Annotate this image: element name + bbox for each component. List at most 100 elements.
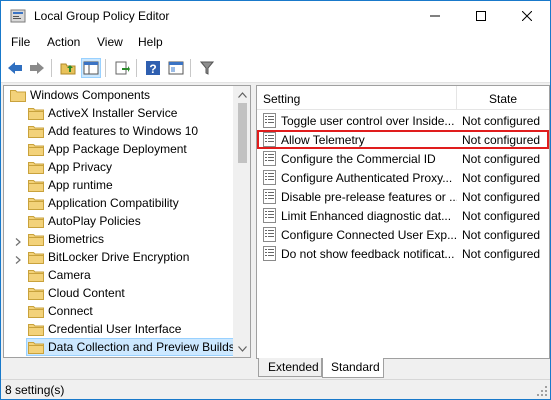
folder-icon [28,322,44,336]
toolbar-separator [136,59,137,77]
scroll-down-button[interactable] [234,340,250,357]
policy-setting-icon [263,113,276,128]
folder-icon [28,178,44,192]
tree-item[interactable]: Camera [4,266,236,284]
tree-item-label: Windows Components [30,88,151,102]
export-list-button[interactable] [112,58,132,78]
svg-text:?: ? [149,62,156,76]
folder-icon [10,88,26,102]
tab-standard-label: Standard [331,360,380,374]
tree-item[interactable]: App Privacy [4,158,236,176]
chevron-down-icon [238,345,247,352]
chevron-right-icon[interactable] [14,235,22,246]
settings-list-pane[interactable]: Setting State Toggle user control over I… [256,85,550,359]
setting-state: Not configured [462,133,541,147]
chevron-right-icon[interactable] [14,253,22,264]
setting-name: Toggle user control over Inside... [281,114,455,128]
setting-row[interactable]: Configure Connected User Exp... Not confi… [257,225,549,244]
setting-row[interactable]: Configure the Commercial ID Not configure… [257,149,549,168]
tree-item[interactable]: Application Compatibility [4,194,236,212]
back-icon [8,62,22,74]
tree-item[interactable]: Biometrics [4,230,236,248]
resize-grip-icon[interactable] [536,385,548,397]
menu-action[interactable]: Action [47,35,80,49]
menu-help[interactable]: Help [138,35,163,49]
column-header-setting[interactable]: Setting [263,92,300,106]
folder-icon [28,160,44,174]
menu-view[interactable]: View [97,35,123,49]
help-button[interactable]: ? [143,58,163,78]
setting-state: Not configured [462,247,541,261]
setting-state: Not configured [462,114,541,128]
tree-item[interactable]: App runtime [4,176,236,194]
policy-setting-icon [263,151,276,166]
tree-item[interactable]: App Package Deployment [4,140,236,158]
folder-icon [28,304,44,318]
tab-extended[interactable]: Extended [258,358,322,377]
setting-row[interactable]: Configure Authenticated Proxy... Not conf… [257,168,549,187]
up-folder-button[interactable] [58,58,78,78]
setting-row[interactable]: Toggle user control over Inside... Not co… [257,111,549,130]
tree-item-label: ActiveX Installer Service [48,106,178,120]
tree-item-label: App Privacy [48,160,113,174]
setting-row[interactable]: Allow Telemetry Not configured [257,130,549,149]
setting-state: Not configured [462,228,541,242]
setting-row[interactable]: Do not show feedback notificat... Not con… [257,244,549,263]
policy-setting-icon [263,208,276,223]
help-icon: ? [146,61,160,76]
show-hide-tree-icon [83,61,99,75]
setting-state: Not configured [462,190,541,204]
tree-item[interactable]: BitLocker Drive Encryption [4,248,236,266]
tree-item[interactable]: Add features to Windows 10 [4,122,236,140]
tree-item[interactable]: Cloud Content [4,284,236,302]
tree-item[interactable]: Data Collection and Preview Builds [4,338,238,356]
tree-item-label: Credential User Interface [48,322,182,336]
minimize-icon [430,15,440,17]
setting-row[interactable]: Disable pre-release features or ... Not c… [257,187,549,206]
folder-icon [28,142,44,156]
forward-button[interactable] [27,58,47,78]
tree-item-label: App Package Deployment [48,142,187,156]
tree-item-label: Connect [48,304,93,318]
setting-name: Configure the Commercial ID [281,152,436,166]
tree-item[interactable]: Connect [4,302,236,320]
folder-icon [28,232,44,246]
app-window: Local Group Policy Editor File Action Vi… [0,0,551,400]
tree-item[interactable]: AutoPlay Policies [4,212,236,230]
folder-icon [28,106,44,120]
close-icon [522,11,532,21]
tree-item-label: Camera [48,268,91,282]
tab-standard[interactable]: Standard [322,358,384,378]
tree-item[interactable]: Windows Components [4,86,236,104]
folder-icon [28,124,44,138]
status-text: 8 setting(s) [5,383,65,397]
tree-item[interactable]: Credential User Interface [4,320,236,338]
tree-item-label: Application Compatibility [48,196,179,210]
column-divider[interactable] [456,86,457,110]
setting-name: Disable pre-release features or ... [281,190,457,204]
back-button[interactable] [5,58,25,78]
extended-view-button[interactable] [166,58,186,78]
column-header-state[interactable]: State [489,92,517,106]
minimize-button[interactable] [412,1,458,31]
close-button[interactable] [504,1,550,31]
title-bar[interactable]: Local Group Policy Editor [1,1,550,31]
menu-file[interactable]: File [11,35,30,49]
tree-item[interactable]: ActiveX Installer Service [4,104,236,122]
toolbar: ? [1,53,550,83]
tree-vertical-scrollbar[interactable] [233,86,250,357]
setting-row[interactable]: Limit Enhanced diagnostic dat... Not conf… [257,206,549,225]
folder-icon [28,196,44,210]
list-header: Setting State [257,86,549,110]
maximize-button[interactable] [458,1,504,31]
folder-icon [28,250,44,264]
export-list-icon [115,61,130,75]
scroll-thumb[interactable] [238,103,247,163]
filter-button[interactable] [197,58,217,78]
policy-setting-icon [263,132,276,147]
tree-item-label: App runtime [48,178,113,192]
tree-pane[interactable]: Windows Components ActiveX Installer Serv… [3,85,251,358]
show-hide-tree-button[interactable] [81,58,101,78]
tab-extended-label: Extended [268,360,319,374]
scroll-up-button[interactable] [234,86,250,103]
